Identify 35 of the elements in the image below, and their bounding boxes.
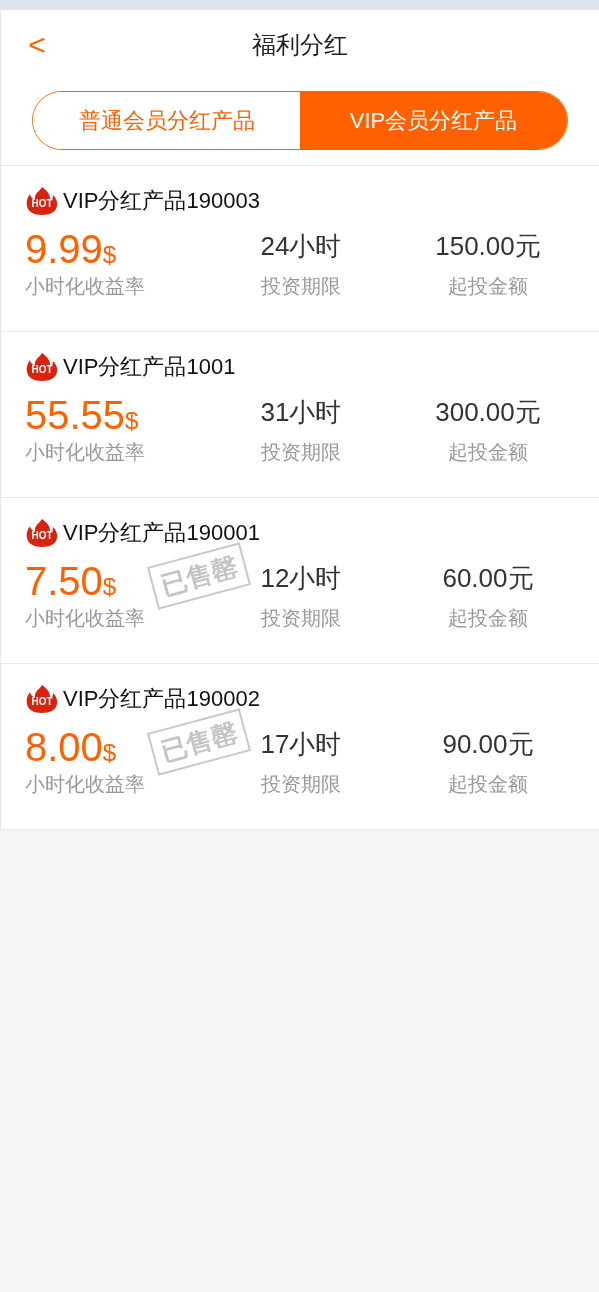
tab[interactable]: VIP会员分红产品 [300, 92, 567, 149]
hot-badge: HOT [25, 185, 59, 216]
product-name: VIP分红产品190003 [63, 187, 260, 215]
rate-value: 9.99$ [25, 226, 117, 269]
amount-value: 300.00元 [435, 395, 541, 429]
hot-badge: HOT [25, 351, 59, 382]
rate-label: 小时化收益率 [25, 772, 145, 797]
term-label: 投资期限 [261, 772, 341, 797]
amount-value: 90.00元 [442, 727, 534, 761]
term-label: 投资期限 [261, 274, 341, 299]
rate-label: 小时化收益率 [25, 440, 145, 465]
sold-out-stamp: 已售罄 [146, 542, 252, 610]
amount-label: 起投金额 [448, 440, 528, 465]
term-label: 投资期限 [261, 440, 341, 465]
rate-value: 55.55$ [25, 392, 139, 435]
hot-badge: HOT [25, 517, 59, 548]
amount-label: 起投金额 [448, 606, 528, 631]
term-value: 12小时 [260, 561, 342, 595]
hot-badge: HOT [25, 683, 59, 714]
amount-label: 起投金额 [448, 772, 528, 797]
amount-value: 150.00元 [435, 229, 541, 263]
term-label: 投资期限 [261, 606, 341, 631]
rate-label: 小时化收益率 [25, 606, 145, 631]
amount-value: 60.00元 [442, 561, 534, 595]
sold-out-stamp: 已售罄 [146, 708, 252, 776]
amount-label: 起投金额 [448, 274, 528, 299]
rate-value: 8.00$ [25, 724, 117, 767]
page-title: 福利分红 [252, 30, 348, 60]
rate-value: 7.50$ [25, 558, 117, 601]
term-value: 17小时 [260, 727, 342, 761]
back-button[interactable]: < [25, 25, 49, 65]
rate-label: 小时化收益率 [25, 274, 145, 299]
term-value: 31小时 [260, 395, 342, 429]
term-value: 24小时 [260, 229, 342, 263]
product-name: VIP分红产品1001 [63, 353, 236, 381]
